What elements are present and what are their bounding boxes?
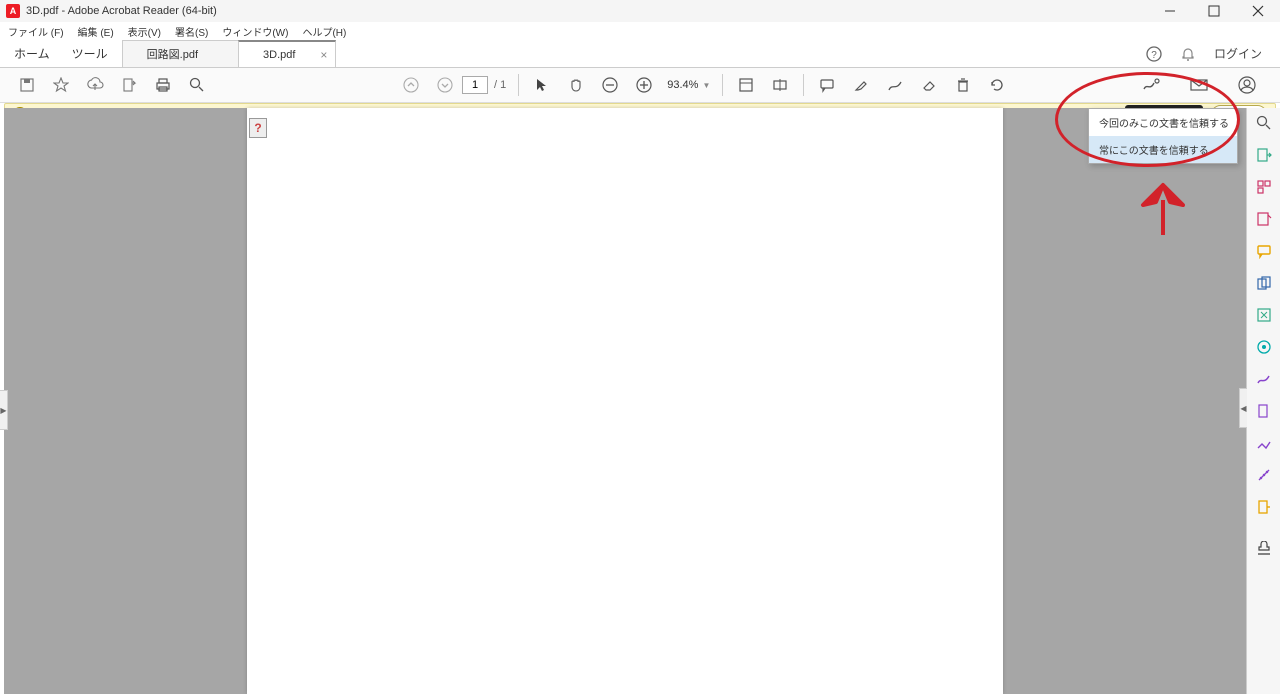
document-tab[interactable]: 回路図.pdf xyxy=(122,40,239,67)
zoom-in-icon[interactable] xyxy=(635,76,653,94)
star-icon[interactable] xyxy=(52,76,70,94)
search-icon[interactable] xyxy=(1255,114,1273,132)
menu-edit[interactable]: 編集 (E) xyxy=(78,24,114,39)
menu-bar: ファイル (F) 編集 (E) 表示(V) 署名(S) ウィンドウ(W) ヘルプ… xyxy=(0,22,1280,40)
page-number-input[interactable] xyxy=(462,76,488,94)
document-area[interactable]: ? xyxy=(4,108,1246,694)
trust-always-item[interactable]: 常にこの文書を信頼する xyxy=(1089,136,1237,163)
bell-icon[interactable] xyxy=(1180,46,1196,62)
close-button[interactable] xyxy=(1236,0,1280,22)
separator xyxy=(722,74,723,96)
tab-label: 3D.pdf xyxy=(263,49,295,61)
draw-icon[interactable] xyxy=(886,76,904,94)
right-panel-toggle[interactable]: ◀ xyxy=(1239,388,1247,428)
document-tab-bar: ホーム ツール 回路図.pdf 3D.pdf × ? ログイン xyxy=(0,40,1280,68)
document-tab[interactable]: 3D.pdf × xyxy=(238,40,336,67)
convert-icon[interactable] xyxy=(1255,402,1273,420)
page-down-icon[interactable] xyxy=(436,76,454,94)
page-up-icon[interactable] xyxy=(402,76,420,94)
nav-tools[interactable]: ツール xyxy=(72,45,108,62)
export-pdf-icon[interactable] xyxy=(1255,146,1273,164)
window-title: 3D.pdf - Adobe Acrobat Reader (64-bit) xyxy=(26,5,217,17)
menu-view[interactable]: 表示(V) xyxy=(128,24,161,39)
print-icon[interactable] xyxy=(154,76,172,94)
caret-down-icon: ▼ xyxy=(702,81,710,90)
main-toolbar: / 1 93.4%▼ xyxy=(0,68,1280,103)
combine-icon[interactable] xyxy=(1255,274,1273,292)
hand-icon[interactable] xyxy=(567,76,585,94)
export-icon[interactable] xyxy=(120,76,138,94)
fit-width-icon[interactable] xyxy=(771,76,789,94)
trust-once-item[interactable]: 今回のみこの文書を信頼する xyxy=(1089,109,1237,136)
menu-file[interactable]: ファイル (F) xyxy=(8,24,64,39)
stamp-icon[interactable] xyxy=(1255,540,1273,558)
compress-icon[interactable] xyxy=(1255,306,1273,324)
menu-window[interactable]: ウィンドウ(W) xyxy=(222,24,288,39)
eraser-icon[interactable] xyxy=(920,76,938,94)
separator xyxy=(518,74,519,96)
find-icon[interactable] xyxy=(188,76,206,94)
nav-home[interactable]: ホーム xyxy=(14,45,50,62)
maximize-button[interactable] xyxy=(1192,0,1236,22)
sign-tool-icon[interactable] xyxy=(1255,370,1273,388)
organize-icon[interactable] xyxy=(1255,178,1273,196)
rotate-icon[interactable] xyxy=(988,76,1006,94)
menu-help[interactable]: ヘルプ(H) xyxy=(302,24,346,39)
fit-page-icon[interactable] xyxy=(737,76,755,94)
comment-icon[interactable] xyxy=(818,76,836,94)
minimize-button[interactable] xyxy=(1148,0,1192,22)
highlight-icon[interactable] xyxy=(852,76,870,94)
zoom-level[interactable]: 93.4%▼ xyxy=(667,79,710,91)
help-icon[interactable]: ? xyxy=(1146,46,1162,62)
comment-tool-icon[interactable] xyxy=(1255,242,1273,260)
save-icon[interactable] xyxy=(18,76,36,94)
measure-icon[interactable] xyxy=(1255,466,1273,484)
separator xyxy=(803,74,804,96)
mail-icon[interactable] xyxy=(1190,76,1208,94)
select-arrow-icon[interactable] xyxy=(533,76,551,94)
menu-sign[interactable]: 署名(S) xyxy=(175,24,208,39)
redact-icon[interactable] xyxy=(1255,338,1273,356)
sign-icon[interactable] xyxy=(1142,76,1160,94)
login-link[interactable]: ログイン xyxy=(1214,45,1262,62)
tab-label: 回路図.pdf xyxy=(147,46,198,62)
svg-text:?: ? xyxy=(1151,50,1157,61)
delete-icon[interactable] xyxy=(954,76,972,94)
page-canvas: ? xyxy=(247,108,1003,694)
page-total: / 1 xyxy=(494,79,506,91)
options-dropdown: 今回のみこの文書を信頼する 常にこの文書を信頼する xyxy=(1088,108,1238,164)
right-tool-rail: ◀ xyxy=(1246,108,1280,694)
account-icon[interactable] xyxy=(1238,76,1256,94)
edit-pdf-icon[interactable] xyxy=(1255,210,1273,228)
protect-icon[interactable] xyxy=(1255,434,1273,452)
content-warning-badge[interactable]: ? xyxy=(249,118,267,138)
more-tool-icon[interactable] xyxy=(1255,498,1273,516)
window-title-bar: A 3D.pdf - Adobe Acrobat Reader (64-bit) xyxy=(0,0,1280,22)
close-tab-icon[interactable]: × xyxy=(320,48,327,62)
zoom-out-icon[interactable] xyxy=(601,76,619,94)
app-icon: A xyxy=(6,4,20,18)
left-panel-toggle[interactable]: ▶ xyxy=(0,390,8,430)
cloud-upload-icon[interactable] xyxy=(86,76,104,94)
